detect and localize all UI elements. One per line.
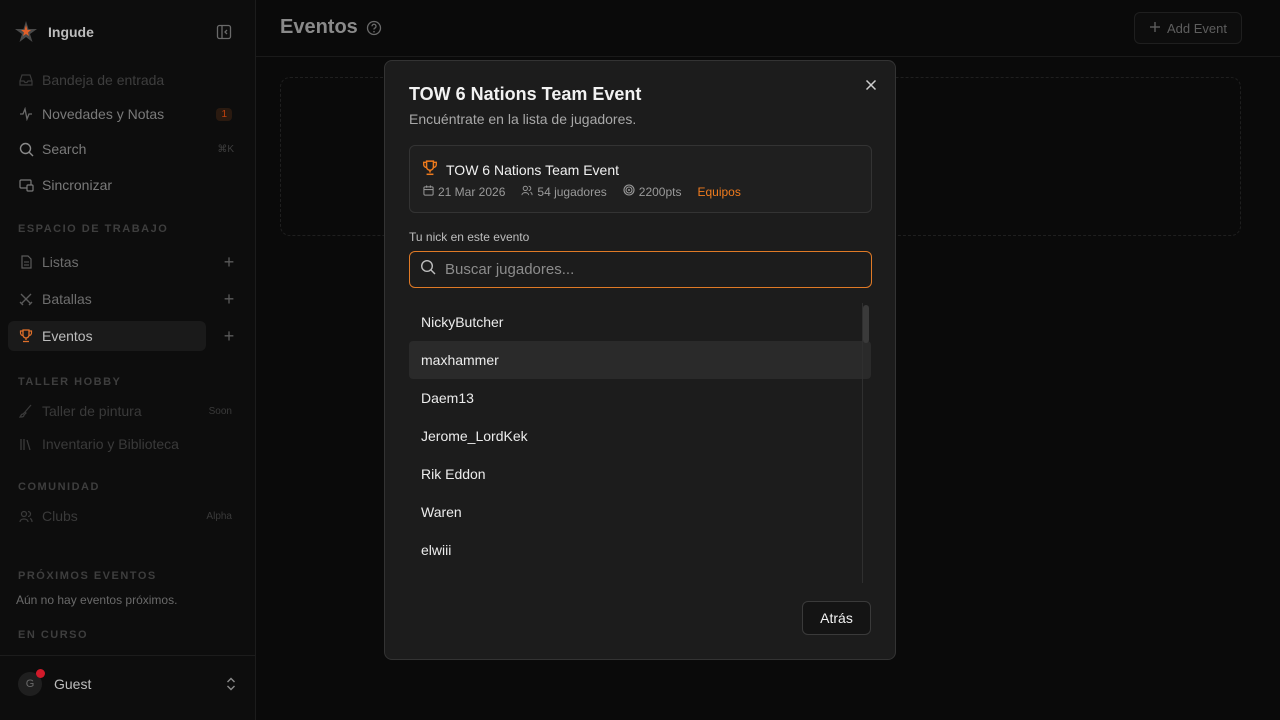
- event-date: 21 Mar 2026: [423, 185, 505, 199]
- nick-field-label: Tu nick en este evento: [409, 230, 530, 244]
- sidebar-item-label: Batallas: [42, 291, 92, 307]
- add-event-sidebar-button[interactable]: +: [220, 326, 238, 346]
- inbox-icon: [18, 72, 34, 88]
- sync-icon: [18, 177, 34, 193]
- section-label-hobby: TALLER HOBBY: [18, 376, 122, 388]
- sidebar-item-label: Search: [42, 141, 87, 157]
- swords-icon: [18, 291, 34, 307]
- help-icon[interactable]: [366, 20, 382, 36]
- brand[interactable]: Ingude: [12, 18, 94, 46]
- sidebar-item-search[interactable]: Search ⌘K: [8, 134, 240, 164]
- add-event-label: Add Event: [1167, 20, 1227, 36]
- list-item[interactable]: NickyButcher: [409, 303, 871, 341]
- player-search-input[interactable]: [445, 261, 855, 278]
- sidebar-item-inbox[interactable]: Bandeja de entrada: [8, 65, 240, 95]
- section-label-ongoing: EN CURSO: [18, 629, 89, 641]
- sidebar-item-label: Taller de pintura: [42, 403, 142, 419]
- user-name: Guest: [54, 676, 92, 692]
- sidebar-item-label: Novedades y Notas: [42, 106, 165, 122]
- list-icon: [18, 254, 34, 270]
- event-players-text: 54 jugadores: [537, 184, 607, 199]
- app-name: Ingude: [48, 24, 94, 40]
- sidebar-item-label: Bandeja de entrada: [42, 72, 165, 88]
- sidebar-item-lists[interactable]: Listas: [8, 247, 206, 277]
- scrollbar-track[interactable]: [862, 303, 863, 583]
- event-points: 2200pts: [623, 184, 682, 199]
- section-label-workspace: ESPACIO DE TRABAJO: [18, 223, 169, 235]
- chevron-updown-icon[interactable]: [224, 676, 238, 692]
- sidebar-item-paint-workshop[interactable]: Taller de pintura Soon: [8, 396, 240, 426]
- upcoming-empty-text: Aún no hay eventos próximos.: [16, 593, 178, 607]
- dialog-subtitle: Encuéntrate en la lista de jugadores.: [409, 111, 637, 127]
- alpha-tag: Alpha: [206, 510, 232, 522]
- dialog-title: TOW 6 Nations Team Event: [409, 84, 642, 104]
- scrollbar-thumb[interactable]: [863, 305, 869, 343]
- calendar-icon: [423, 184, 434, 199]
- sidebar-item-library[interactable]: Inventario y Biblioteca: [8, 429, 240, 459]
- player-list: NickyButcher maxhammer Daem13 Jerome_Lor…: [409, 303, 872, 583]
- add-event-button[interactable]: Add Event: [1134, 12, 1242, 44]
- event-format: Equipos: [697, 184, 741, 199]
- header-divider: [256, 56, 1280, 57]
- sidebar-item-sync[interactable]: Sincronizar: [8, 170, 240, 200]
- list-item[interactable]: Mabell123: [409, 569, 871, 583]
- library-icon: [18, 436, 34, 452]
- plus-icon: [1149, 21, 1161, 36]
- back-button[interactable]: Atrás: [802, 601, 871, 635]
- section-label-community: COMUNIDAD: [18, 481, 100, 493]
- player-search-box[interactable]: [409, 251, 872, 288]
- list-item[interactable]: maxhammer: [409, 341, 871, 379]
- brand-logo-icon: [12, 18, 40, 46]
- search-icon: [420, 259, 436, 280]
- add-battle-button[interactable]: +: [220, 289, 238, 309]
- soon-tag: Soon: [208, 405, 232, 417]
- target-icon: [623, 184, 635, 199]
- trophy-icon: [422, 160, 438, 179]
- list-item[interactable]: Jerome_LordKek: [409, 417, 871, 455]
- sidebar-item-label: Inventario y Biblioteca: [42, 436, 179, 452]
- sidebar-item-label: Clubs: [42, 508, 78, 524]
- list-item[interactable]: elwiii: [409, 531, 871, 569]
- add-list-button[interactable]: +: [220, 252, 238, 272]
- sidebar-item-events[interactable]: Eventos: [8, 321, 206, 351]
- trophy-icon: [18, 328, 34, 344]
- search-shortcut: ⌘K: [217, 143, 234, 155]
- search-icon: [18, 141, 34, 157]
- sidebar-collapse-icon[interactable]: [216, 24, 234, 40]
- list-item[interactable]: Waren: [409, 493, 871, 531]
- activity-icon: [18, 106, 34, 122]
- users-icon: [18, 508, 34, 524]
- sidebar-item-label: Listas: [42, 254, 79, 270]
- sidebar-item-news[interactable]: Novedades y Notas 1: [8, 99, 240, 129]
- page-title: Eventos: [280, 16, 358, 38]
- sidebar-item-label: Sincronizar: [42, 177, 113, 193]
- event-points-text: 2200pts: [638, 184, 682, 199]
- sidebar-item-clubs[interactable]: Clubs Alpha: [8, 501, 240, 531]
- news-count-badge: 1: [216, 107, 232, 121]
- section-label-upcoming: PRÓXIMOS EVENTOS: [18, 570, 157, 582]
- users-icon: [521, 185, 533, 199]
- close-icon[interactable]: [863, 77, 879, 93]
- join-event-dialog: TOW 6 Nations Team Event Encuéntrate en …: [384, 60, 896, 660]
- status-dot: [36, 669, 45, 678]
- event-meta: 21 Mar 2026 54 jugadores 2200pts Equipos: [423, 184, 757, 199]
- sidebar-item-battles[interactable]: Batallas: [8, 284, 206, 314]
- event-name: TOW 6 Nations Team Event: [446, 161, 619, 178]
- event-card-header: TOW 6 Nations Team Event: [422, 160, 619, 179]
- event-date-text: 21 Mar 2026: [438, 184, 506, 199]
- sidebar: Ingude Bandeja de entrada Novedades y No…: [0, 0, 256, 720]
- event-players: 54 jugadores: [521, 184, 607, 199]
- event-summary-card: TOW 6 Nations Team Event 21 Mar 2026 54 …: [409, 145, 872, 213]
- sidebar-item-label: Eventos: [42, 328, 93, 344]
- brush-icon: [18, 403, 34, 419]
- list-item[interactable]: Rik Eddon: [409, 455, 871, 493]
- list-item[interactable]: Daem13: [409, 379, 871, 417]
